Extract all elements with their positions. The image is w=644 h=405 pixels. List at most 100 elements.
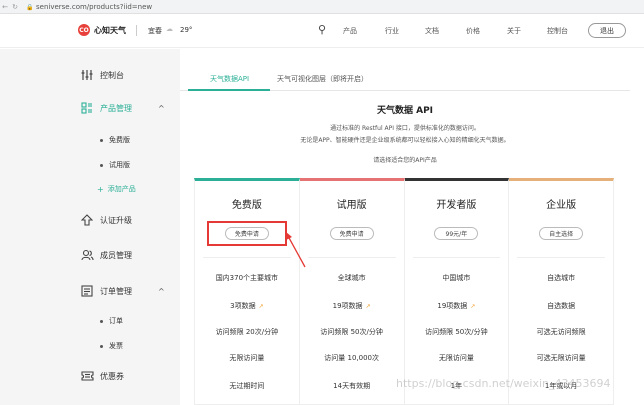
back-icon[interactable]: ← (0, 3, 10, 11)
sidebar-sub-label: 发票 (109, 342, 123, 350)
plan-feature-text: 自选数据 (547, 302, 576, 310)
sidebar-item-product-management[interactable]: 产品管理 (80, 101, 132, 115)
header-divider (136, 25, 137, 36)
reload-icon[interactable]: ↻ (10, 3, 20, 11)
plan-apply-button[interactable]: 自主选择 (539, 227, 584, 240)
sidebar-add-product[interactable]: + 添加产品 (97, 184, 136, 194)
nav-console[interactable]: 控制台 (547, 26, 568, 36)
external-link-icon[interactable]: ↗ (470, 303, 475, 310)
grid-icon (80, 101, 94, 115)
nav-docs[interactable]: 文档 (425, 26, 439, 36)
sidebar-sub-label: 订单 (109, 317, 123, 325)
sidebar-sub-free[interactable]: 免费版 (100, 135, 130, 145)
plan-divider (307, 257, 396, 258)
active-tab-indicator (188, 89, 270, 91)
sidebar-sub-invoice[interactable]: 发票 (100, 341, 123, 351)
sidebar-item-coupons[interactable]: 优惠券 (80, 369, 124, 383)
logo[interactable]: CO 心知天气 (78, 24, 126, 36)
arrow-annotation (286, 232, 306, 268)
plan-feature-text: 可选无访问频限 (536, 328, 586, 336)
plan-card: 开发者版 99元/年 中国城市 19项数据 ↗ 访问频限 50次/分钟 无限访问量 1年 (404, 178, 510, 405)
sliders-icon (80, 68, 94, 82)
nav-products[interactable]: 产品 (343, 26, 357, 36)
sidebar-item-console[interactable]: 控制台 (80, 68, 124, 82)
city-label[interactable]: 宜春 (148, 26, 162, 36)
logo-name: 心知天气 (94, 25, 126, 35)
external-link-icon[interactable]: ↗ (366, 303, 371, 310)
sidebar: 控制台 产品管理 ^ 免费版 试用版 + 添加产品 认证升级 成员管理 订单管理 (0, 49, 180, 405)
highlight-box (207, 221, 287, 246)
plan-feature-text: 14天有效期 (333, 382, 371, 390)
address-bar[interactable]: seniverse.com/products?iid=new (36, 3, 152, 11)
plan-feature: 国内370个主要城市 (195, 273, 299, 283)
logo-mark: CO (78, 24, 90, 36)
plan-divider (203, 257, 291, 258)
plan-feature-text: 19项数据 (332, 302, 363, 310)
external-link-icon[interactable]: ↗ (259, 303, 264, 310)
upload-icon (80, 213, 94, 227)
sidebar-sub-trial[interactable]: 试用版 (100, 160, 130, 170)
nav-about[interactable]: 关于 (507, 26, 521, 36)
chevron-up-icon[interactable]: ^ (158, 287, 165, 296)
search-icon[interactable]: ⚲ (318, 23, 326, 36)
plan-feature: 无限访问量 (195, 353, 299, 363)
logout-button[interactable]: 退出 (588, 23, 626, 38)
plan-feature-text: 全球城市 (337, 274, 366, 282)
temperature: 29° (180, 26, 193, 34)
sidebar-item-label: 成员管理 (100, 250, 132, 260)
plan-feature: 无限访问量 (405, 353, 509, 363)
sidebar-item-orders[interactable]: 订单管理 (80, 284, 132, 298)
sidebar-sub-label: 免费版 (109, 136, 130, 144)
sidebar-sub-label: 添加产品 (107, 185, 136, 193)
plan-feature: 自选城市 (509, 273, 613, 283)
sidebar-item-label: 优惠券 (100, 371, 124, 381)
plan-feature: 19项数据 ↗ (405, 301, 509, 311)
lock-icon: 🔒 (26, 3, 34, 11)
nav-industry[interactable]: 行业 (385, 26, 399, 36)
plan-feature-text: 国内370个主要城市 (215, 274, 279, 282)
sidebar-item-certification[interactable]: 认证升级 (80, 213, 132, 227)
description-line-1: 通过标准的 Restful API 接口，提供标准化的数据访问。 (330, 125, 480, 132)
plan-feature-text: 无过期时间 (229, 382, 265, 390)
plan-apply-button[interactable]: 99元/年 (434, 227, 479, 240)
plan-card: 试用版 免费申请 全球城市 19项数据 ↗ 访问频限 50次/分钟 访问量 10,000次 1… (299, 178, 405, 405)
plan-name: 企业版 (546, 200, 577, 211)
plan-card: 企业版 自主选择 自选城市 自选数据 可选无访问频限 可选无限访问量 1年或以月 (509, 178, 614, 405)
plan-feature: 中国城市 (405, 273, 509, 283)
weather-icon: ☁ (166, 25, 173, 33)
plan-feature-text: 自选城市 (547, 274, 576, 282)
plan-feature: 无过期时间 (195, 381, 299, 391)
plan-feature: 19项数据 ↗ (300, 301, 404, 311)
plan-apply-button[interactable]: 免费申请 (329, 227, 374, 240)
users-icon (80, 248, 94, 262)
tab-bar: 天气数据API 天气可视化图层（即将开启） (180, 69, 630, 91)
tab-weather-api[interactable]: 天气数据API (210, 74, 249, 84)
plan-feature-text: 可选无限访问量 (536, 354, 586, 362)
plan-feature-text: 中国城市 (442, 274, 471, 282)
sidebar-sub-label: 试用版 (109, 161, 130, 169)
plan-feature: 自选数据 (509, 301, 613, 311)
tab-visual-layer[interactable]: 天气可视化图层（即将开启） (277, 74, 368, 84)
top-header: CO 心知天气 宜春 ☁ 29° ⚲ 产品 行业 文档 价格 关于 控制台 退出 (0, 14, 644, 48)
plan-feature: 访问频限 20次/分钟 (195, 327, 299, 337)
plan-name: 开发者版 (436, 200, 477, 211)
bullet-icon (100, 163, 103, 167)
sidebar-item-members[interactable]: 成员管理 (80, 248, 132, 262)
sidebar-item-label: 产品管理 (100, 103, 132, 113)
plan-divider (517, 257, 605, 258)
page-title: 天气数据 API (376, 106, 434, 116)
browser-bar: ← ↻ 🔒 seniverse.com/products?iid=new (0, 0, 644, 14)
plan-feature: 3项数据 ↗ (195, 301, 299, 311)
sidebar-item-label: 认证升级 (100, 215, 132, 225)
plan-feature: 访问量 10,000次 (300, 353, 404, 363)
watermark: https://blog.csdn.net/weixin_43453694 (396, 377, 611, 390)
list-icon (80, 284, 94, 298)
chevron-up-icon[interactable]: ^ (158, 104, 165, 113)
plan-feature-text: 无限访问量 (438, 354, 474, 362)
plan-feature: 14天有效期 (300, 381, 404, 391)
plan-cards: 免费版 免费申请 国内370个主要城市 3项数据 ↗ 访问频限 20次/分钟 无限访问量 无过… (194, 178, 614, 405)
bullet-icon (100, 344, 103, 348)
sidebar-sub-order[interactable]: 订单 (100, 316, 123, 326)
plan-feature-text: 3项数据 (230, 302, 256, 310)
nav-pricing[interactable]: 价格 (466, 26, 480, 36)
